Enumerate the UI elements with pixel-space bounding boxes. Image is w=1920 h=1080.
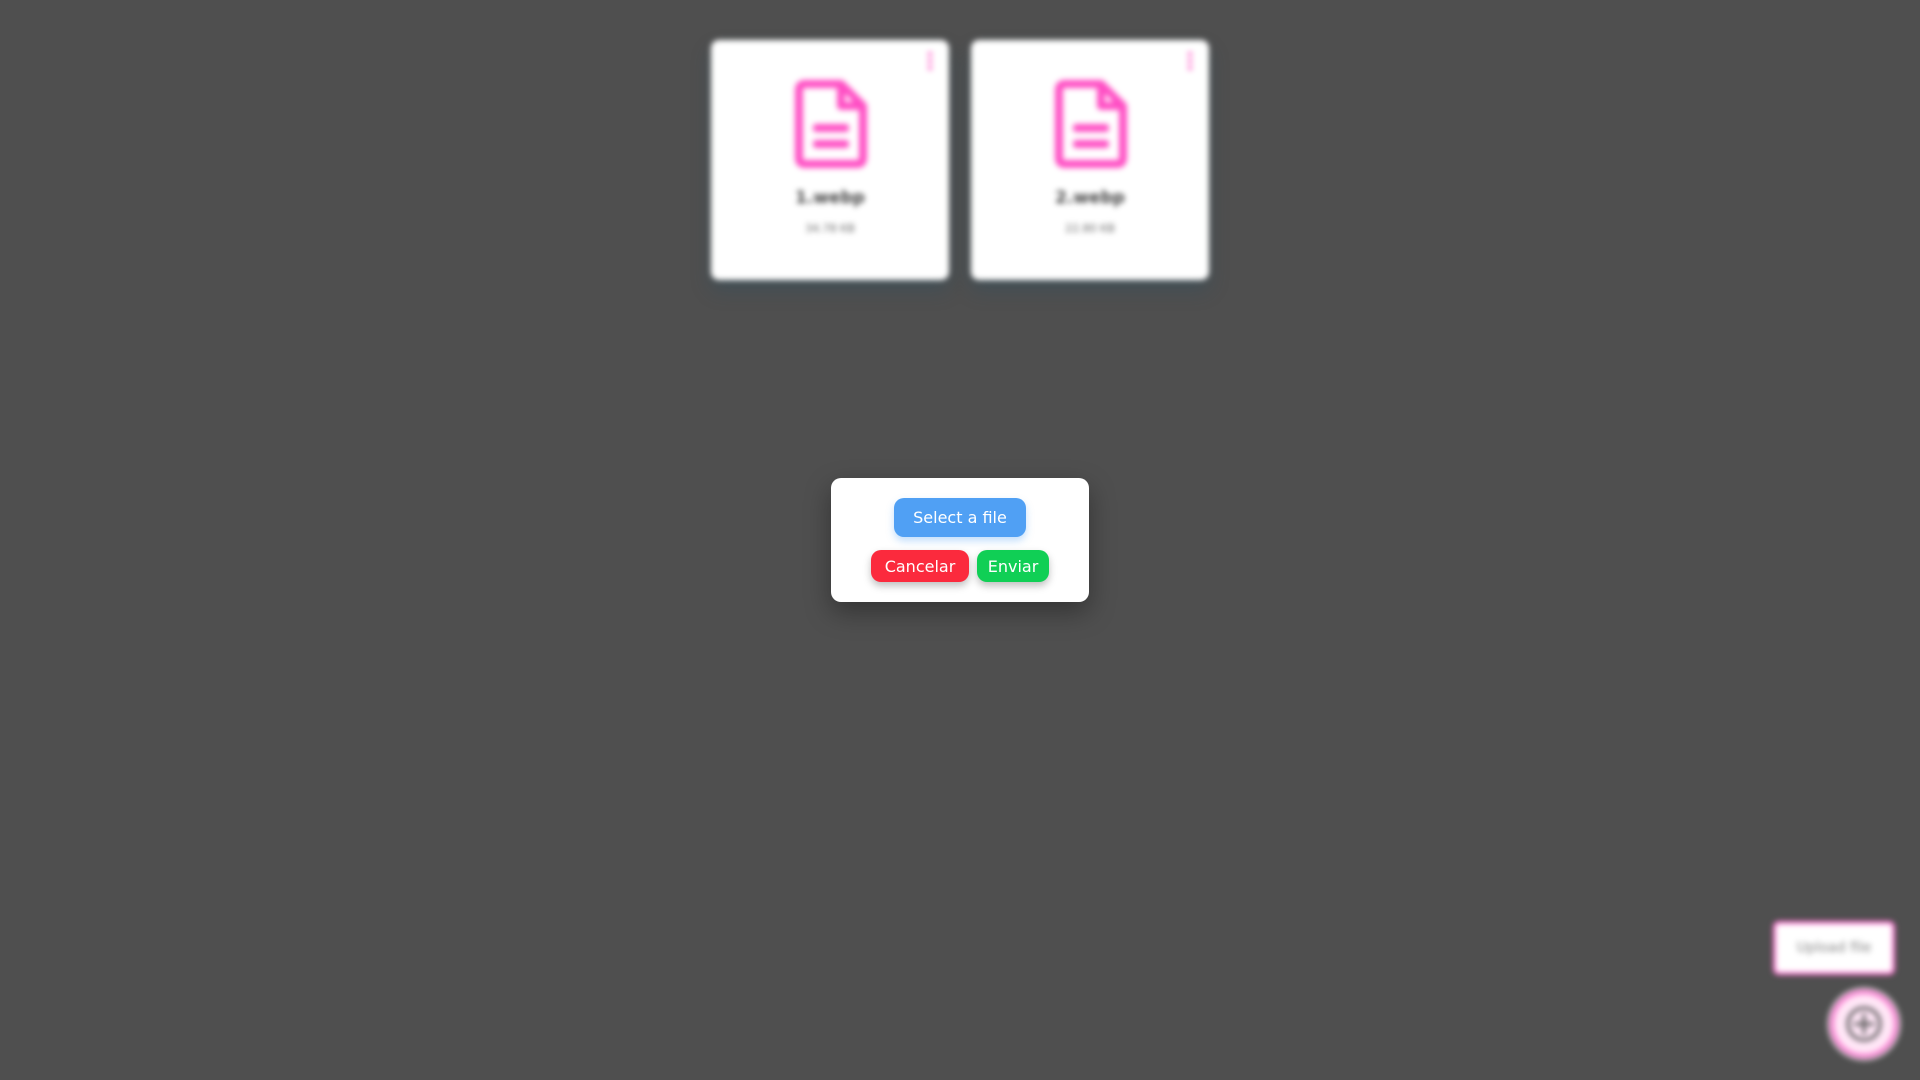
cancel-button[interactable]: Cancelar <box>871 550 969 582</box>
upload-modal: Select a file Cancelar Enviar <box>831 478 1089 602</box>
file-name: 1.webp <box>795 188 865 208</box>
upload-file-tooltip: Upload file <box>1773 921 1895 975</box>
kebab-menu-icon[interactable] <box>927 52 933 74</box>
file-size: 34.78 KB <box>805 222 855 235</box>
send-button[interactable]: Enviar <box>977 550 1049 582</box>
add-file-button[interactable] <box>1830 990 1898 1058</box>
file-card[interactable]: 2.webp 22.80 KB <box>971 40 1209 280</box>
kebab-menu-icon[interactable] <box>1187 52 1193 74</box>
select-file-button[interactable]: Select a file <box>894 498 1026 537</box>
document-icon <box>1055 80 1127 168</box>
file-name: 2.webp <box>1055 188 1125 208</box>
file-card[interactable]: 1.webp 34.78 KB <box>711 40 949 280</box>
document-icon <box>795 80 867 168</box>
plus-circle-icon <box>1846 1006 1882 1042</box>
file-size: 22.80 KB <box>1065 222 1115 235</box>
